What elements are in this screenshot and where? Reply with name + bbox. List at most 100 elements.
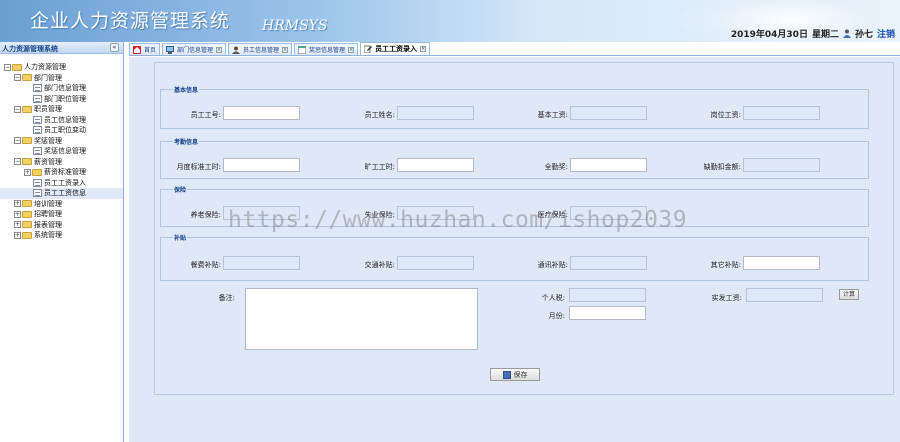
- meal-subsidy-label: 餐费补贴:: [190, 261, 221, 269]
- other-subsidy-label: 其它补贴:: [710, 261, 741, 269]
- attendance-bonus-input[interactable]: [570, 158, 647, 172]
- page-icon: [33, 147, 42, 156]
- app-header: 企业人力资源管理系统 HRMSYS 2019年04月30日 星期二 孙七 注销: [0, 0, 900, 42]
- user-icon: [232, 46, 241, 54]
- page-icon: [33, 189, 42, 198]
- tab-reward-info[interactable]: 奖惩信息管理 ×: [294, 43, 359, 55]
- tree-node-salary-info[interactable]: 员工工资信息: [0, 188, 123, 199]
- net-salary-label: 实发工资:: [711, 294, 742, 302]
- insurance-section: 保险 养老保险: 失业保险: 医疗保险:: [160, 185, 869, 227]
- tree-node-recruit-mgmt[interactable]: + 招聘管理: [0, 209, 123, 220]
- page-icon: [33, 84, 42, 93]
- tree-node-dept-info[interactable]: 部门信息管理: [0, 83, 123, 94]
- folder-icon: [22, 231, 32, 239]
- personal-tax-label: 个人税:: [541, 294, 565, 302]
- deduction-field: [743, 158, 820, 172]
- base-salary-label: 基本工资:: [537, 111, 568, 119]
- personal-tax-field: [569, 288, 646, 302]
- absent-hours-label: 旷工工时:: [364, 163, 395, 171]
- note-textarea[interactable]: [245, 288, 478, 350]
- logout-link[interactable]: 注销: [877, 27, 895, 40]
- tree-node-salary-entry[interactable]: 员工工资录入: [0, 178, 123, 189]
- medical-field: [570, 206, 647, 220]
- month-input[interactable]: [569, 306, 646, 320]
- salary-entry-form: 基本信息 员工工号: 员工姓名: 基本工资: 岗位工资: 考勤信息 月度标准工时…: [154, 62, 894, 395]
- traffic-subsidy-field: [397, 256, 474, 270]
- edit-icon: [364, 45, 373, 53]
- close-icon[interactable]: ×: [348, 46, 355, 53]
- tree-node-position-mgmt[interactable]: − 职员管理: [0, 104, 123, 115]
- tab-bar: 首页 部门信息管理 × 员工信息管理 × 奖惩信息管理 × 员工工资录入 ×: [129, 42, 900, 56]
- folder-icon: [22, 221, 32, 229]
- collapse-toggle-icon[interactable]: −: [14, 158, 21, 166]
- attendance-bonus-label: 全勤奖:: [544, 163, 568, 171]
- collapse-toggle-icon[interactable]: −: [14, 74, 21, 82]
- tree-node-salary-std[interactable]: + 薪资标准管理: [0, 167, 123, 178]
- sidebar: 人力资源管理系统 « − 人力资源管理 − 部门管理 部门信息管理 部门职位管理 −…: [0, 42, 124, 442]
- post-salary-field: [743, 106, 820, 120]
- base-salary-field: [570, 106, 647, 120]
- basic-info-section: 基本信息 员工工号: 员工姓名: 基本工资: 岗位工资:: [160, 85, 869, 129]
- collapse-toggle-icon[interactable]: −: [4, 63, 11, 71]
- subsidy-legend: 补贴: [174, 235, 187, 242]
- tree-node-reward-mgmt[interactable]: − 奖惩管理: [0, 136, 123, 147]
- expand-toggle-icon[interactable]: +: [14, 231, 21, 239]
- folder-icon: [22, 137, 32, 145]
- tree-node-employee-change[interactable]: 员工职位变动: [0, 125, 123, 136]
- tab-home[interactable]: 首页: [129, 43, 161, 55]
- page-icon: [33, 126, 42, 135]
- meal-subsidy-field: [223, 256, 300, 270]
- monitor-icon: [166, 45, 175, 54]
- sidebar-header: 人力资源管理系统 «: [0, 42, 123, 54]
- app-title: 企业人力资源管理系统: [30, 10, 231, 32]
- nav-tree: − 人力资源管理 − 部门管理 部门信息管理 部门职位管理 − 职员管理 员工信息管理…: [0, 54, 123, 241]
- other-subsidy-input[interactable]: [743, 256, 820, 270]
- close-icon[interactable]: ×: [282, 46, 289, 53]
- phone-subsidy-label: 通讯补贴:: [537, 261, 568, 269]
- expand-toggle-icon[interactable]: +: [24, 168, 31, 176]
- folder-icon: [22, 210, 32, 218]
- deduction-label: 缺勤扣金额:: [703, 163, 741, 171]
- collapse-icon[interactable]: «: [110, 43, 119, 52]
- page-icon: [33, 178, 42, 187]
- tree-node-report-mgmt[interactable]: + 报表管理: [0, 220, 123, 231]
- tree-node-reward-info[interactable]: 奖惩信息管理: [0, 146, 123, 157]
- tree-node-salary-mgmt[interactable]: − 薪资管理: [0, 157, 123, 168]
- calculate-button[interactable]: 计算: [839, 289, 859, 300]
- absent-hours-input[interactable]: [397, 158, 474, 172]
- collapse-toggle-icon[interactable]: −: [14, 137, 21, 145]
- tree-node-dept-position[interactable]: 部门职位管理: [0, 94, 123, 105]
- tree-node-root[interactable]: − 人力资源管理: [0, 62, 123, 73]
- expand-toggle-icon[interactable]: +: [14, 200, 21, 208]
- app-subtitle: HRMSYS: [262, 18, 328, 34]
- save-button[interactable]: 保存: [490, 368, 540, 381]
- tab-dept-info[interactable]: 部门信息管理 ×: [162, 43, 227, 55]
- std-hours-input[interactable]: [223, 158, 300, 172]
- employee-id-input[interactable]: [223, 106, 300, 120]
- current-date: 2019年04月30日: [730, 30, 808, 40]
- tree-node-training-mgmt[interactable]: + 培训管理: [0, 199, 123, 210]
- folder-icon: [22, 200, 32, 208]
- month-label: 月份:: [548, 312, 565, 320]
- attendance-legend: 考勤信息: [174, 139, 199, 146]
- std-hours-label: 月度标准工时:: [176, 163, 221, 171]
- page-icon: [33, 115, 42, 124]
- insurance-legend: 保险: [174, 187, 187, 194]
- traffic-subsidy-label: 交通补贴:: [364, 261, 395, 269]
- tab-salary-entry[interactable]: 员工工资录入 ×: [360, 42, 431, 55]
- expand-toggle-icon[interactable]: +: [14, 210, 21, 218]
- current-weekday: 星期二: [811, 30, 839, 40]
- collapse-toggle-icon[interactable]: −: [14, 105, 21, 113]
- expand-toggle-icon[interactable]: +: [14, 221, 21, 229]
- close-icon[interactable]: ×: [420, 46, 427, 52]
- tree-node-employee-info[interactable]: 员工信息管理: [0, 115, 123, 126]
- tree-node-dept-mgmt[interactable]: − 部门管理: [0, 73, 123, 84]
- phone-subsidy-field: [570, 256, 647, 270]
- tree-node-system-mgmt[interactable]: + 系统管理: [0, 230, 123, 241]
- subsidy-section: 补贴 餐费补贴: 交通补贴: 通讯补贴: 其它补贴:: [160, 233, 869, 281]
- medical-label: 医疗保险:: [537, 211, 568, 219]
- close-icon[interactable]: ×: [216, 46, 223, 53]
- main-content: 基本信息 员工工号: 员工姓名: 基本工资: 岗位工资: 考勤信息 月度标准工时…: [129, 57, 900, 442]
- folder-icon: [22, 105, 32, 113]
- tab-employee-info[interactable]: 员工信息管理 ×: [228, 43, 293, 55]
